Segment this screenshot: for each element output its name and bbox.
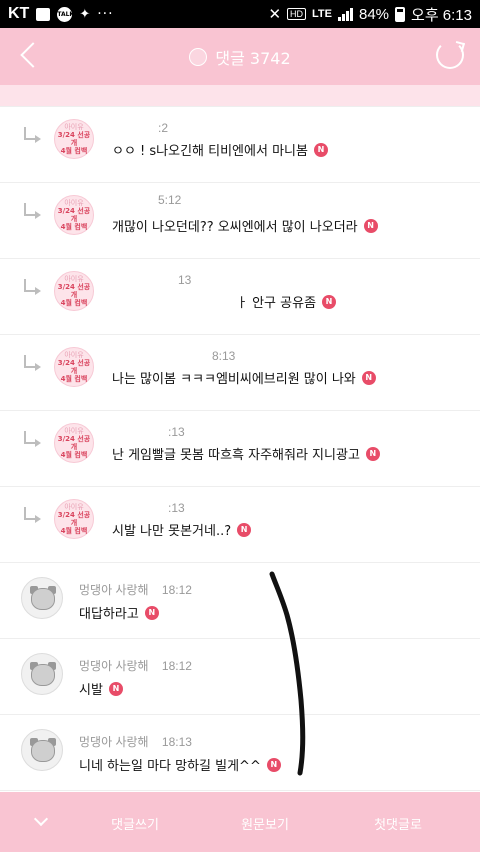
comment-count-title: 댓글 3742: [215, 48, 291, 68]
comment-text: 나는 많이봄 ㅋㅋㅋ엠비씨에브리원 많이 나와: [112, 372, 356, 387]
new-badge: N: [363, 218, 378, 233]
lte-icon: LTE: [312, 8, 332, 20]
avatar: 아이유 3/24 선공개 4월 컴백: [54, 271, 94, 311]
comment-time: :13: [168, 425, 185, 439]
comment-text: 대답하라고: [79, 607, 139, 622]
comment-text-row: 시발 나만 못본거네..? N: [112, 520, 252, 539]
status-bar: KT TALK ✦ ··· ✕ HD LTE 84% 오후 6:13: [0, 0, 480, 28]
hd-voice-icon: HD: [287, 8, 307, 20]
reply-arrow-icon: [24, 127, 41, 143]
comment-time: 18:13: [161, 735, 192, 749]
comment-time: 5:12: [158, 193, 182, 207]
first-comment-button[interactable]: 첫댓글로: [370, 814, 426, 833]
reply-arrow-icon: [24, 355, 41, 371]
header-title: 댓글 3742: [189, 45, 291, 69]
new-badge: N: [313, 142, 328, 157]
reply-item[interactable]: 아이유 3/24 선공개 4월 컴백 5:12 개많이 나오던데?? 오씨엔에서…: [0, 183, 480, 259]
comment-item[interactable]: 멍댕아 사랑해 18:13 니네 하는일 마다 망하길 빌게^^ N: [0, 715, 480, 791]
comment-item[interactable]: 멍댕아 사랑해 18:12 대답하라고 N: [0, 563, 480, 639]
comment-item[interactable]: 멍댕아 사랑해 18:12 시발 N: [0, 639, 480, 715]
back-button[interactable]: [14, 38, 46, 74]
comment-text-row: 개많이 나오던데?? 오씨엔에서 많이 나오더라 N: [112, 216, 378, 235]
comment-author: 멍댕아 사랑해: [79, 583, 149, 597]
new-badge: N: [365, 446, 380, 461]
avatar: [21, 729, 63, 771]
new-badge: N: [361, 370, 376, 385]
scroll-down-button[interactable]: [0, 792, 80, 852]
dog-icon: [31, 588, 55, 610]
avatar: 아이유 3/24 선공개 4월 컴백: [54, 499, 94, 539]
comment-list: 아이유 3/24 선공개 4월 컴백 :2 ㅇㅇ ! s나오긴해 티비엔에서 마…: [0, 107, 480, 791]
reply-arrow-icon: [24, 507, 41, 523]
reply-item[interactable]: 아이유 3/24 선공개 4월 컴백 :13 시발 나만 못본거네..? N: [0, 487, 480, 563]
comment-text: 시발 나만 못본거네..?: [112, 524, 232, 539]
comment-text-row: ㅇㅇ ! s나오긴해 티비엔에서 마니봄 N: [112, 140, 328, 159]
comment-time: :2: [158, 121, 169, 135]
new-badge: N: [108, 681, 123, 696]
new-badge: N: [266, 757, 281, 772]
more-notifications-icon: ···: [97, 6, 114, 22]
app-header: 댓글 3742: [0, 28, 480, 85]
avatar: [21, 577, 63, 619]
kakaotalk-icon: TALK: [57, 6, 74, 22]
write-comment-button[interactable]: 댓글쓰기: [110, 814, 160, 833]
reply-arrow-icon: [24, 279, 41, 295]
comment-text-row: 대답하라고 N: [79, 603, 159, 622]
comment-time: 18:12: [161, 583, 192, 597]
comment-text-row: 시발 N: [79, 679, 123, 698]
avatar: 아이유 3/24 선공개 4월 컴백: [54, 195, 94, 235]
reply-item[interactable]: 아이유 3/24 선공개 4월 컴백 13 ㅏ 안구 공유좀 N: [0, 259, 480, 335]
comment-text: 시발: [79, 683, 103, 698]
reply-item[interactable]: 아이유 3/24 선공개 4월 컴백 :13 난 게임빨글 못봄 따흐흑 자주해…: [0, 411, 480, 487]
comment-time: 18:12: [161, 659, 192, 673]
comment-text: ㅇㅇ ! s나오긴해 티비엔에서 마니봄: [112, 144, 308, 159]
reply-item[interactable]: 아이유 3/24 선공개 4월 컴백 :2 ㅇㅇ ! s나오긴해 티비엔에서 마…: [0, 107, 480, 183]
comment-author: 멍댕아 사랑해: [79, 735, 149, 749]
comment-time: 13: [178, 273, 192, 287]
battery-percent: 84%: [359, 5, 390, 23]
new-badge: N: [144, 605, 159, 620]
signal-icon: [338, 7, 353, 21]
reply-arrow-icon: [24, 203, 41, 219]
comment-author: 멍댕아 사랑해: [79, 659, 149, 673]
clock: 오후 6:13: [411, 6, 472, 24]
comment-text-row: ㅏ 안구 공유좀 N: [236, 292, 337, 311]
image-icon: [36, 7, 51, 21]
comment-text: 난 게임빨글 못봄 따흐흑 자주해줘라 지니광고: [112, 448, 360, 463]
dog-icon: [31, 740, 55, 762]
comment-text: 니네 하는일 마다 망하길 빌게^^: [79, 759, 261, 774]
comment-text: 개많이 나오던데?? 오씨엔에서 많이 나오더라: [112, 220, 358, 235]
bottom-toolbar: 댓글쓰기 원문보기 첫댓글로: [0, 792, 480, 852]
dog-icon: [31, 664, 55, 686]
comment-text-row: 니네 하는일 마다 망하길 빌게^^ N: [79, 755, 281, 774]
comment-time: :13: [168, 501, 185, 515]
new-badge: N: [237, 522, 252, 537]
new-badge: N: [322, 294, 337, 309]
twitter-icon: ✦: [79, 6, 91, 22]
comment-text: ㅏ 안구 공유좀: [236, 296, 317, 311]
comment-text-row: 난 게임빨글 못봄 따흐흑 자주해줘라 지니광고 N: [112, 444, 380, 463]
previous-comment-edge: [0, 85, 480, 107]
reply-item[interactable]: 아이유 3/24 선공개 4월 컴백 8:13 나는 많이봄 ㅋㅋㅋ엠비씨에브리…: [0, 335, 480, 411]
carrier-label: KT: [8, 5, 30, 22]
avatar: 아이유 3/24 선공개 4월 컴백: [54, 423, 94, 463]
comment-text-row: 나는 많이봄 ㅋㅋㅋ엠비씨에브리원 많이 나와 N: [112, 368, 376, 387]
view-article-button[interactable]: 원문보기: [240, 814, 290, 833]
battery-icon: [395, 6, 406, 22]
comment-icon: [189, 47, 208, 66]
refresh-button[interactable]: [436, 41, 464, 69]
comment-time: 8:13: [212, 349, 236, 363]
avatar: [21, 653, 63, 695]
avatar: 아이유 3/24 선공개 4월 컴백: [54, 119, 94, 159]
mute-icon: ✕: [268, 6, 282, 23]
reply-arrow-icon: [24, 431, 41, 447]
avatar: 아이유 3/24 선공개 4월 컴백: [54, 347, 94, 387]
